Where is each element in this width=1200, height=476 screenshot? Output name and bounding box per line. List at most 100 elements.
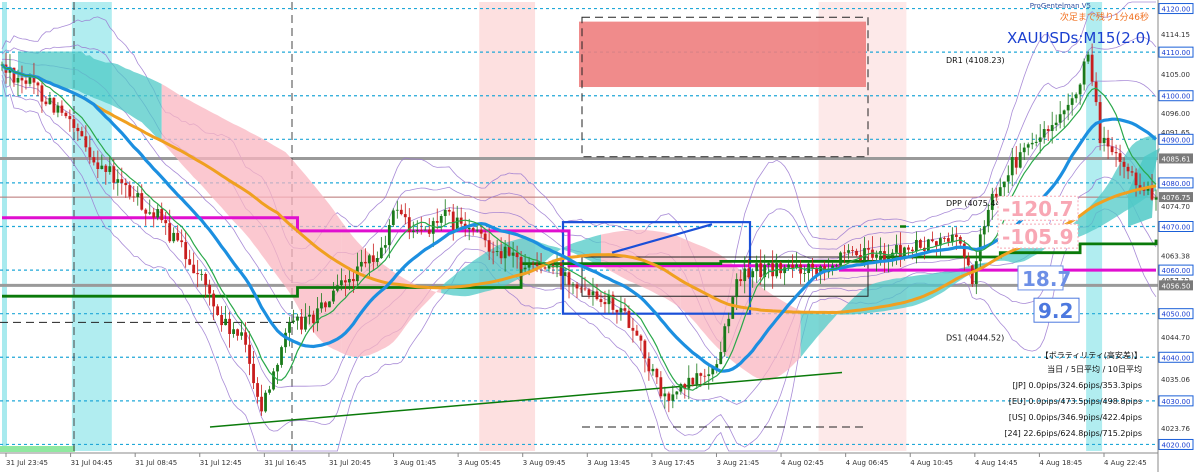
candle-body xyxy=(132,196,136,198)
candle-body xyxy=(651,368,655,372)
candle-body xyxy=(1122,161,1126,167)
candle-body xyxy=(248,344,251,364)
candle-body xyxy=(942,238,946,239)
candle-body xyxy=(427,229,431,234)
candle-body xyxy=(108,166,112,172)
candle-body xyxy=(344,280,347,283)
candle-body xyxy=(112,166,116,183)
price-tick-label: 4030.00 xyxy=(1162,398,1191,406)
candle-body xyxy=(192,264,196,274)
candle-body xyxy=(911,249,914,252)
price-chart[interactable]: DR1 (4108.23) DPP (4075.44) DS1 (4044.52) … xyxy=(0,0,1200,472)
supply-zone-layer xyxy=(579,21,866,88)
candle-body xyxy=(56,105,60,113)
candle-body xyxy=(340,280,343,286)
candle-body xyxy=(140,193,144,210)
candle-body xyxy=(507,246,511,256)
time-tick-label: 3 Aug 13:45 xyxy=(587,459,630,467)
candle-body xyxy=(208,284,212,294)
candle-body xyxy=(16,77,20,83)
candle-body xyxy=(64,112,68,117)
time-tick-label: 31 Jul 23:45 xyxy=(6,459,48,467)
candle-body xyxy=(647,358,651,372)
price-tick-label: 4056.50 xyxy=(1162,282,1191,290)
candle-body xyxy=(1066,104,1070,111)
time-tick-label: 3 Aug 17:45 xyxy=(652,459,695,467)
time-tick-label: 3 Aug 21:45 xyxy=(716,459,759,467)
candle-body xyxy=(347,278,351,283)
price-tick-label: 4040.00 xyxy=(1162,354,1191,362)
candle-body xyxy=(104,165,108,172)
price-tick-label: 4080.00 xyxy=(1162,180,1191,188)
candle-body xyxy=(1038,137,1042,142)
candle-body xyxy=(767,263,771,265)
candle-body xyxy=(447,210,451,212)
candle-body xyxy=(152,212,156,218)
candle-body xyxy=(1050,125,1054,131)
candle-body xyxy=(527,263,531,268)
price-tick-label: 4050.00 xyxy=(1162,311,1191,319)
candle-body xyxy=(136,193,140,198)
candle-body xyxy=(579,288,583,290)
candle-body xyxy=(164,220,168,224)
candle-body xyxy=(92,157,96,163)
candle-body xyxy=(739,279,743,282)
candle-body xyxy=(1078,84,1082,95)
price-tick-label: 4035.06 xyxy=(1161,376,1190,384)
candle-body xyxy=(1118,153,1122,162)
candle-body xyxy=(124,182,128,186)
candle-body xyxy=(324,302,327,308)
candle-body xyxy=(591,291,595,296)
candle-body xyxy=(1130,171,1134,173)
candle-body xyxy=(1102,137,1106,144)
candle-body xyxy=(727,318,731,327)
candle-body xyxy=(523,267,527,270)
candle-body xyxy=(583,288,587,290)
candle-body xyxy=(184,242,188,260)
candle-body xyxy=(1042,129,1046,138)
candle-body xyxy=(1046,129,1050,131)
price-tick-label: 4090.00 xyxy=(1162,136,1191,144)
session-bar-bottom xyxy=(0,446,75,452)
candle-body xyxy=(415,230,419,231)
candle-body xyxy=(72,119,76,128)
candle-body xyxy=(240,332,243,336)
price-tick-label: 4060.00 xyxy=(1162,267,1191,275)
volatility-row: [24] 22.6pips/624.8pips/715.2pips xyxy=(1004,429,1142,438)
time-tick-label: 4 Aug 14:45 xyxy=(975,459,1018,467)
candle-body xyxy=(252,363,255,384)
candle-body xyxy=(96,162,100,170)
time-tick-label: 4 Aug 18:45 xyxy=(1039,459,1082,467)
candle-body xyxy=(387,225,391,246)
candle-body xyxy=(843,252,846,254)
chart-canvas[interactable]: DR1 (4108.23)DPP (4075.44)DS1 (4044.52) … xyxy=(0,0,1200,472)
candle-body xyxy=(639,335,643,341)
price-tick-label: 4023.76 xyxy=(1161,425,1190,433)
time-tick-label: 4 Aug 22:45 xyxy=(1104,459,1147,467)
candle-body xyxy=(260,396,263,412)
indicator-brand-label: ProGentelman V5 xyxy=(1030,2,1091,10)
pip-label: -120.7 xyxy=(1002,197,1074,221)
candle-body xyxy=(619,308,623,313)
candle-body xyxy=(40,85,44,102)
candle-body xyxy=(759,263,763,278)
candle-body xyxy=(144,209,148,214)
candle-body xyxy=(288,322,291,333)
candle-body xyxy=(156,209,160,218)
candle-body xyxy=(220,314,224,326)
candle-body xyxy=(411,230,415,233)
candle-body xyxy=(926,239,930,251)
candle-body xyxy=(491,251,495,253)
candle-body xyxy=(308,314,311,317)
candle-body xyxy=(847,250,850,253)
candle-body xyxy=(483,233,487,241)
candle-body xyxy=(367,255,371,264)
candle-body xyxy=(443,210,447,217)
time-tick-label: 31 Jul 20:45 xyxy=(329,459,371,467)
pip-label: 9.2 xyxy=(1038,299,1073,323)
candle-body xyxy=(160,209,164,221)
time-tick-label: 31 Jul 12:45 xyxy=(200,459,242,467)
price-tick-label: 4074.70 xyxy=(1161,203,1190,211)
candle-body xyxy=(867,248,870,250)
candle-body xyxy=(1094,81,1098,103)
